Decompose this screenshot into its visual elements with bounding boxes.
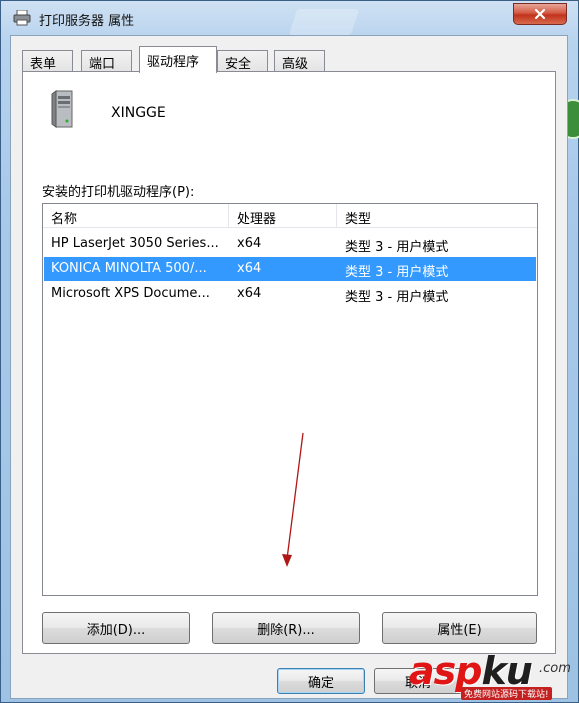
tab-forms[interactable]: 表单	[22, 50, 73, 72]
add-button[interactable]: 添加(D)...	[42, 612, 190, 644]
tab-drivers[interactable]: 驱动程序	[139, 46, 217, 73]
column-header-processor[interactable]: 处理器	[229, 204, 337, 228]
printer-icon	[13, 9, 31, 26]
driver-name: HP LaserJet 3050 Series...	[51, 236, 219, 251]
properties-button[interactable]: 属性(E)	[382, 612, 537, 644]
list-item[interactable]: Microsoft XPS Docume... x64 类型 3 - 用户模式	[44, 282, 536, 306]
tab-ports[interactable]: 端口	[81, 50, 132, 72]
list-item-selected[interactable]: KONICA MINOLTA 500/... x64 类型 3 - 用户模式	[44, 257, 536, 281]
watermark-domain: .com	[539, 661, 571, 676]
column-header-type[interactable]: 类型	[337, 204, 537, 228]
window-title: 打印服务器 属性	[39, 14, 135, 29]
watermark-logo: aspku .com 免费网站源码下载站!	[409, 649, 579, 703]
tab-advanced[interactable]: 高级	[274, 50, 325, 72]
driver-type: 类型 3 - 用户模式	[345, 240, 449, 255]
list-item[interactable]: HP LaserJet 3050 Series... x64 类型 3 - 用户…	[44, 232, 536, 256]
driver-name: Microsoft XPS Docume...	[51, 286, 210, 301]
background-decoration	[288, 9, 360, 35]
close-button[interactable]	[513, 3, 567, 25]
list-header: 名称 处理器 类型	[43, 204, 537, 228]
properties-window: 打印服务器 属性 表单 端口 驱动程序 安全 高级 XINGGE 安装的打印机驱…	[0, 0, 579, 703]
column-header-name[interactable]: 名称	[43, 204, 229, 228]
installed-drivers-label: 安装的打印机驱动程序(P):	[42, 185, 195, 200]
close-icon	[534, 8, 546, 20]
driver-type: 类型 3 - 用户模式	[345, 290, 449, 305]
drivers-tab-panel: XINGGE 安装的打印机驱动程序(P): 名称 处理器 类型 HP Laser…	[22, 71, 556, 654]
dialog-client-area: 表单 端口 驱动程序 安全 高级 XINGGE 安装的打印机驱动程序(P): 名…	[10, 35, 568, 699]
driver-name: KONICA MINOLTA 500/...	[51, 261, 207, 276]
tab-security[interactable]: 安全	[217, 50, 268, 72]
driver-processor: x64	[237, 286, 262, 301]
server-name: XINGGE	[111, 105, 166, 121]
driver-processor: x64	[237, 261, 262, 276]
drivers-list[interactable]: 名称 处理器 类型 HP LaserJet 3050 Series... x64…	[42, 203, 538, 596]
watermark-tagline: 免费网站源码下载站!	[461, 687, 552, 700]
driver-processor: x64	[237, 236, 262, 251]
ok-button[interactable]: 确定	[277, 668, 365, 694]
driver-type: 类型 3 - 用户模式	[345, 265, 449, 280]
title-bar[interactable]: 打印服务器 属性	[1, 1, 578, 35]
remove-button[interactable]: 删除(R)...	[212, 612, 360, 644]
server-icon	[50, 89, 76, 129]
